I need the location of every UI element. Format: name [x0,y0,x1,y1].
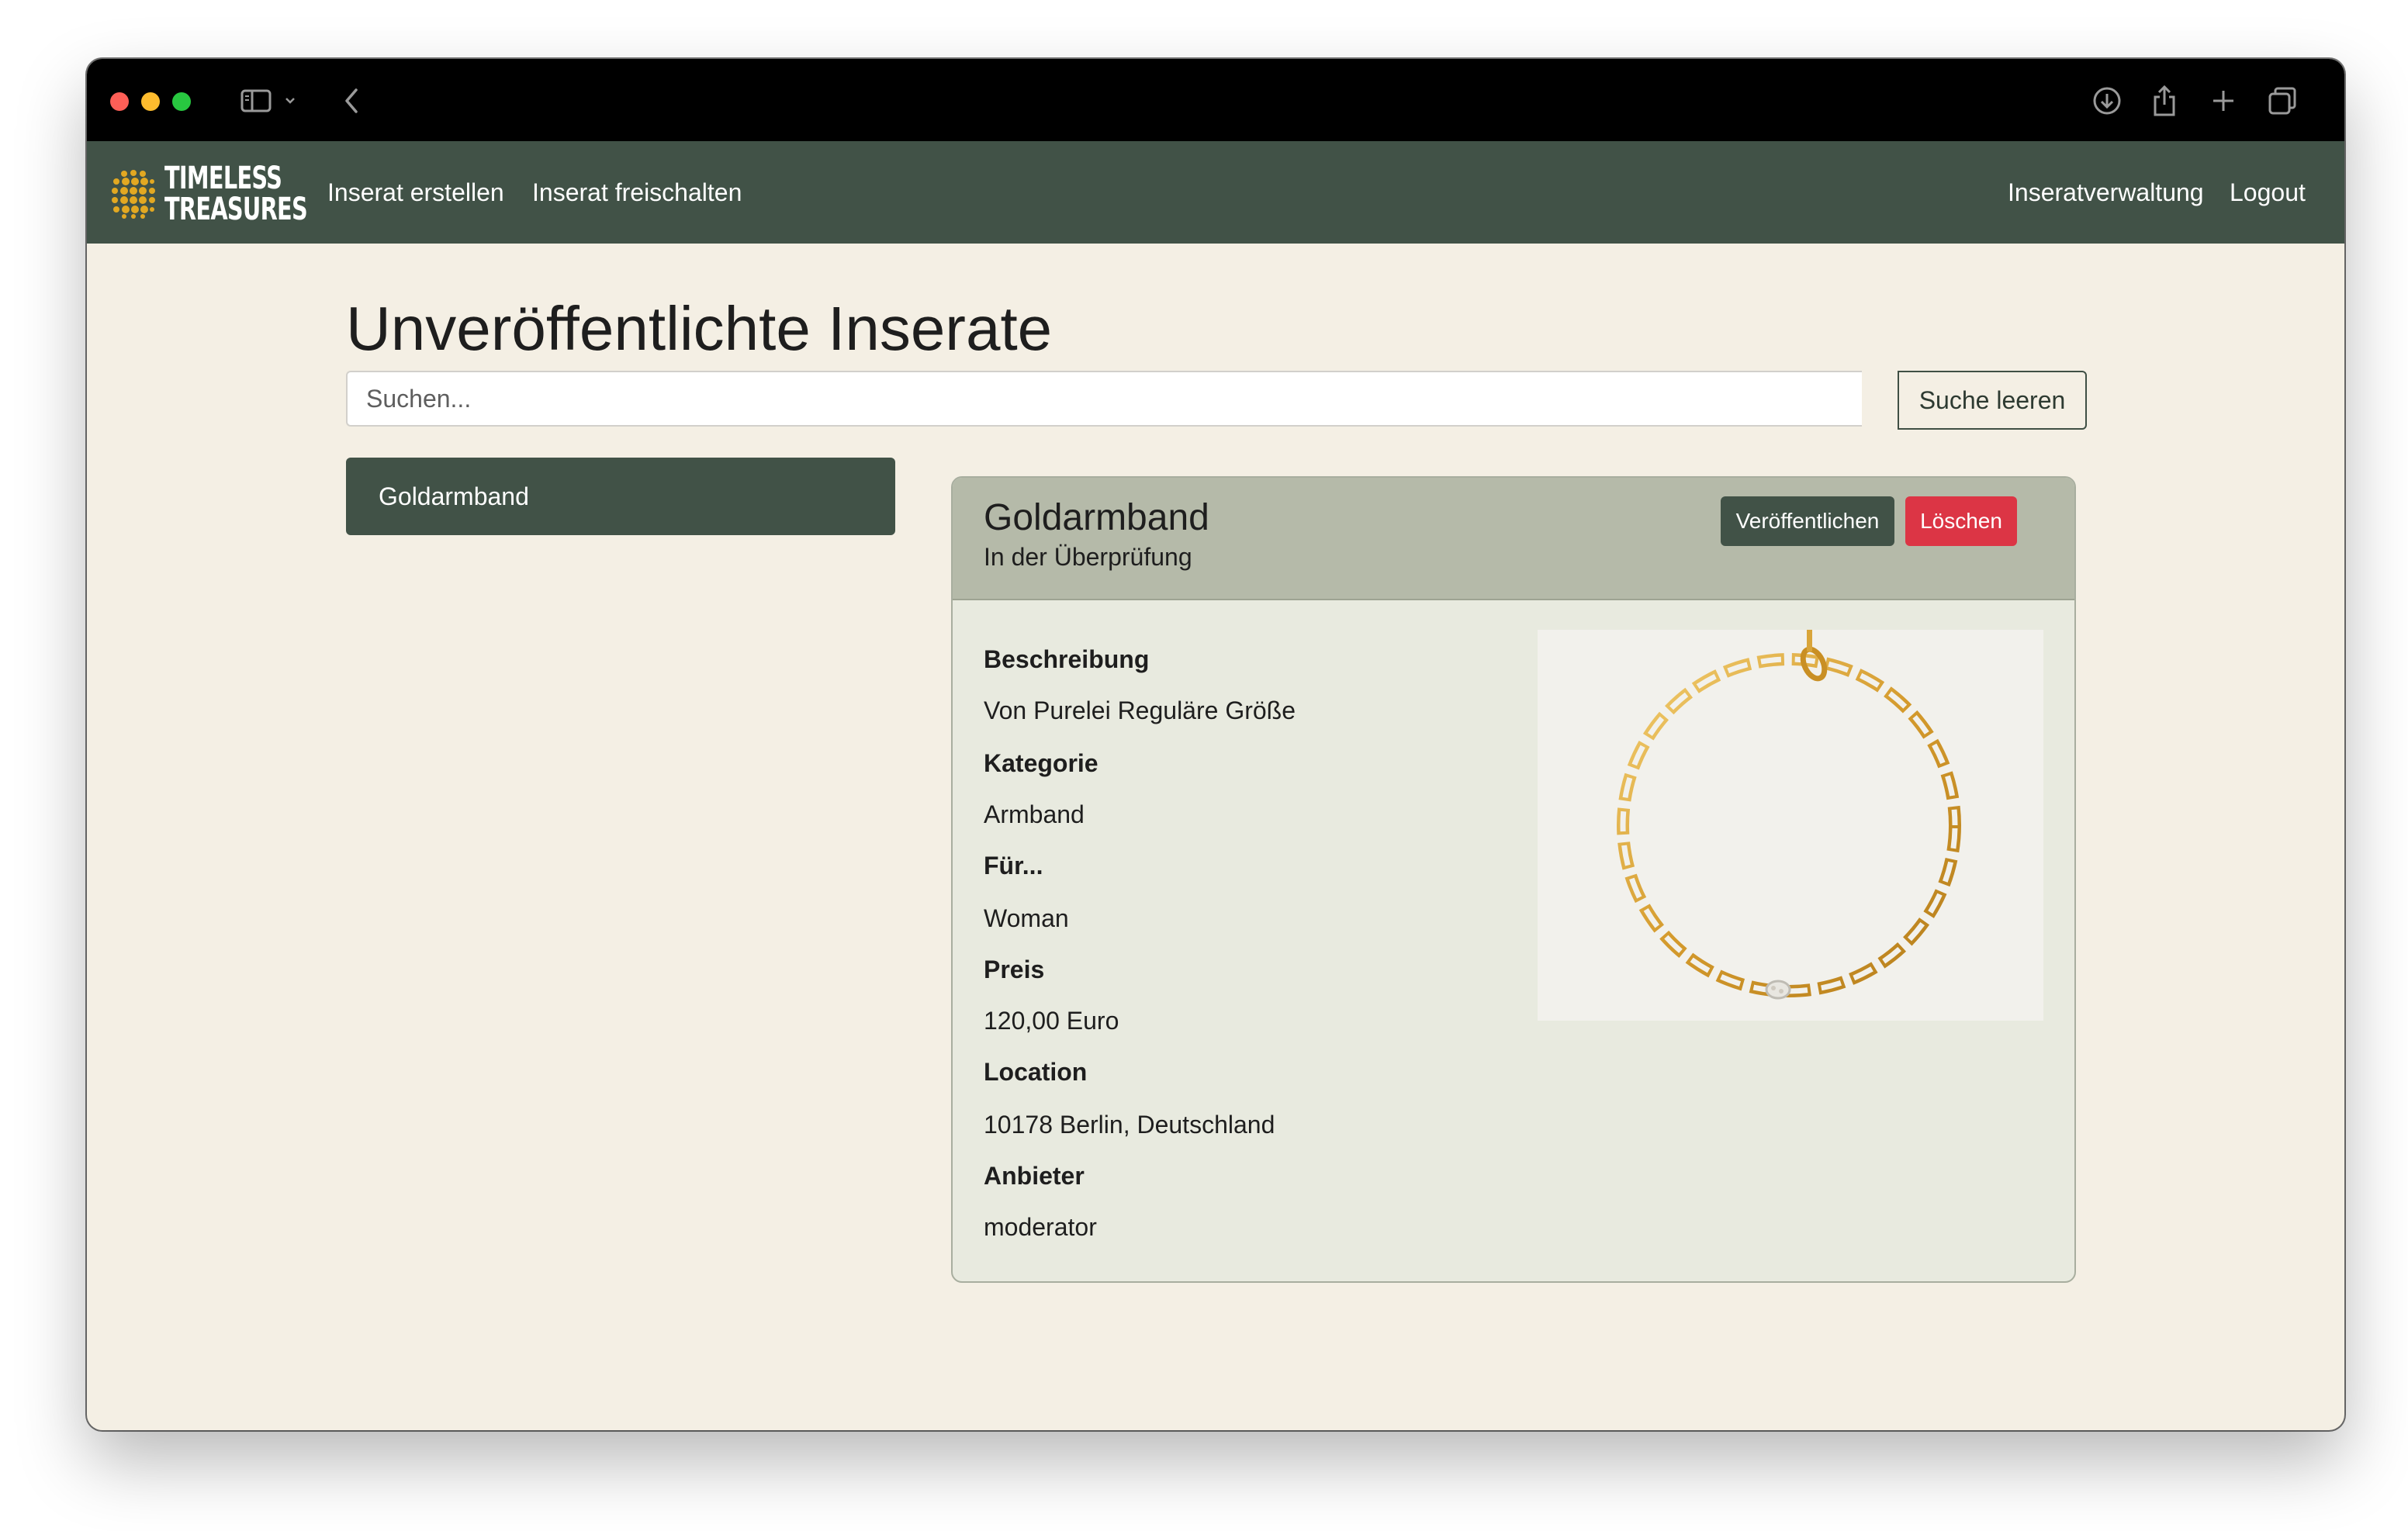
search-input[interactable] [346,371,1862,427]
listing-item-goldarmband[interactable]: Goldarmband [346,458,895,535]
minimize-window-button[interactable] [141,92,160,111]
field-value-location: 10178 Berlin, Deutschland [984,1111,1275,1139]
field-label-beschreibung: Beschreibung [984,645,1150,673]
close-window-button[interactable] [110,92,129,111]
nav-logout[interactable]: Logout [2230,141,2306,244]
brand-line-2: TREASURES [164,192,308,227]
field-value-beschreibung: Von Purelei Reguläre Größe [984,696,1296,724]
field-value-kategorie: Armband [984,800,1085,828]
nav-inseratverwaltung[interactable]: Inseratverwaltung [2008,141,2204,244]
new-tab-icon[interactable] [2205,82,2242,119]
product-image [1538,630,2043,1021]
back-icon[interactable] [334,82,371,119]
brand-name: TIMELESS TREASURES [164,161,308,227]
clear-search-button[interactable]: Suche leeren [1898,371,2087,430]
chevron-down-icon[interactable] [279,82,301,119]
sidebar-icon[interactable] [237,82,275,119]
nav-inserat-freischalten[interactable]: Inserat freischalten [532,141,742,244]
download-icon[interactable] [2088,82,2126,119]
publish-button[interactable]: Veröffentlichen [1721,496,1894,546]
field-label-location: Location [984,1058,1088,1086]
tabs-overview-icon[interactable] [2264,82,2301,119]
listing-title: Goldarmband [984,497,1209,538]
field-label-kategorie: Kategorie [984,749,1098,777]
brand-mark-icon [110,169,157,219]
delete-button[interactable]: Löschen [1905,496,2017,546]
field-label-anbieter: Anbieter [984,1162,1085,1190]
brand-line-1: TIMELESS [164,161,282,196]
share-icon[interactable] [2146,82,2183,119]
listing-status: In der Überprüfung [984,543,1192,571]
browser-window: TIMELESS TREASURES Inserat erstellen Ins… [87,59,2344,1430]
card-header: Goldarmband In der Überprüfung Veröffent… [953,478,2074,600]
listing-detail-card: Goldarmband In der Überprüfung Veröffent… [951,476,2076,1283]
browser-toolbar [87,59,2344,141]
zoom-window-button[interactable] [172,92,191,111]
brand-logo[interactable]: TIMELESS TREASURES [110,161,363,226]
field-label-preis: Preis [984,956,1045,983]
nav-inserat-erstellen[interactable]: Inserat erstellen [327,141,504,244]
field-label-fuer: Für... [984,852,1043,880]
field-value-preis: 120,00 Euro [984,1007,1119,1035]
field-value-fuer: Woman [984,904,1069,932]
page-title: Unveröffentlichte Inserate [346,294,1053,363]
bracelet-image [1617,630,1961,1000]
field-value-anbieter: moderator [984,1213,1097,1241]
app-navbar: TIMELESS TREASURES Inserat erstellen Ins… [87,141,2344,244]
